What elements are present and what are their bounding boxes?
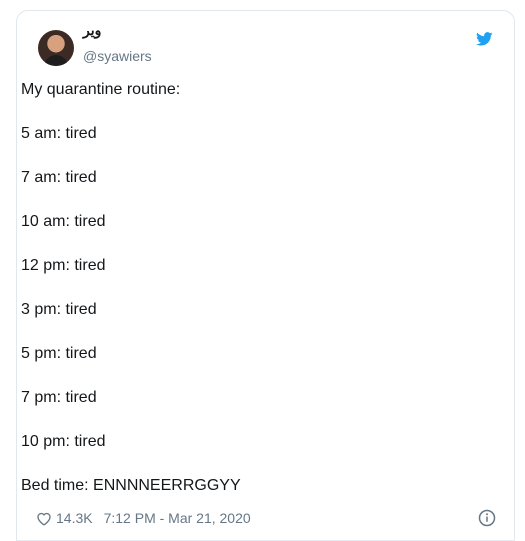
tweet-line: 7 am: tired: [21, 169, 97, 186]
tweet-line: 3 pm: tired: [21, 301, 97, 318]
author-handle[interactable]: @syawiers: [83, 48, 152, 64]
info-icon[interactable]: [478, 509, 496, 527]
tweet-line: 12 pm: tired: [21, 257, 106, 274]
tweet-line: 5 pm: tired: [21, 345, 97, 362]
tweet-timestamp[interactable]: 7:12 PM - Mar 21, 2020: [104, 510, 251, 526]
like-count[interactable]: 14.3K: [56, 510, 93, 526]
avatar[interactable]: [38, 30, 74, 66]
twitter-bird-icon[interactable]: [476, 32, 493, 46]
tweet-line: Bed time: ENNNNEERRGGYY: [21, 477, 241, 494]
tweet-line: 10 am: tired: [21, 213, 106, 230]
tweet-line: My quarantine routine:: [21, 81, 181, 98]
tweet-line: 7 pm: tired: [21, 389, 97, 406]
heart-icon[interactable]: [36, 511, 52, 526]
author-name[interactable]: ویر: [83, 22, 101, 39]
tweet-line: 5 am: tired: [21, 125, 97, 142]
tweet-line: 10 pm: tired: [21, 433, 106, 450]
tweet-footer: 14.3K 7:12 PM - Mar 21, 2020: [36, 508, 251, 528]
